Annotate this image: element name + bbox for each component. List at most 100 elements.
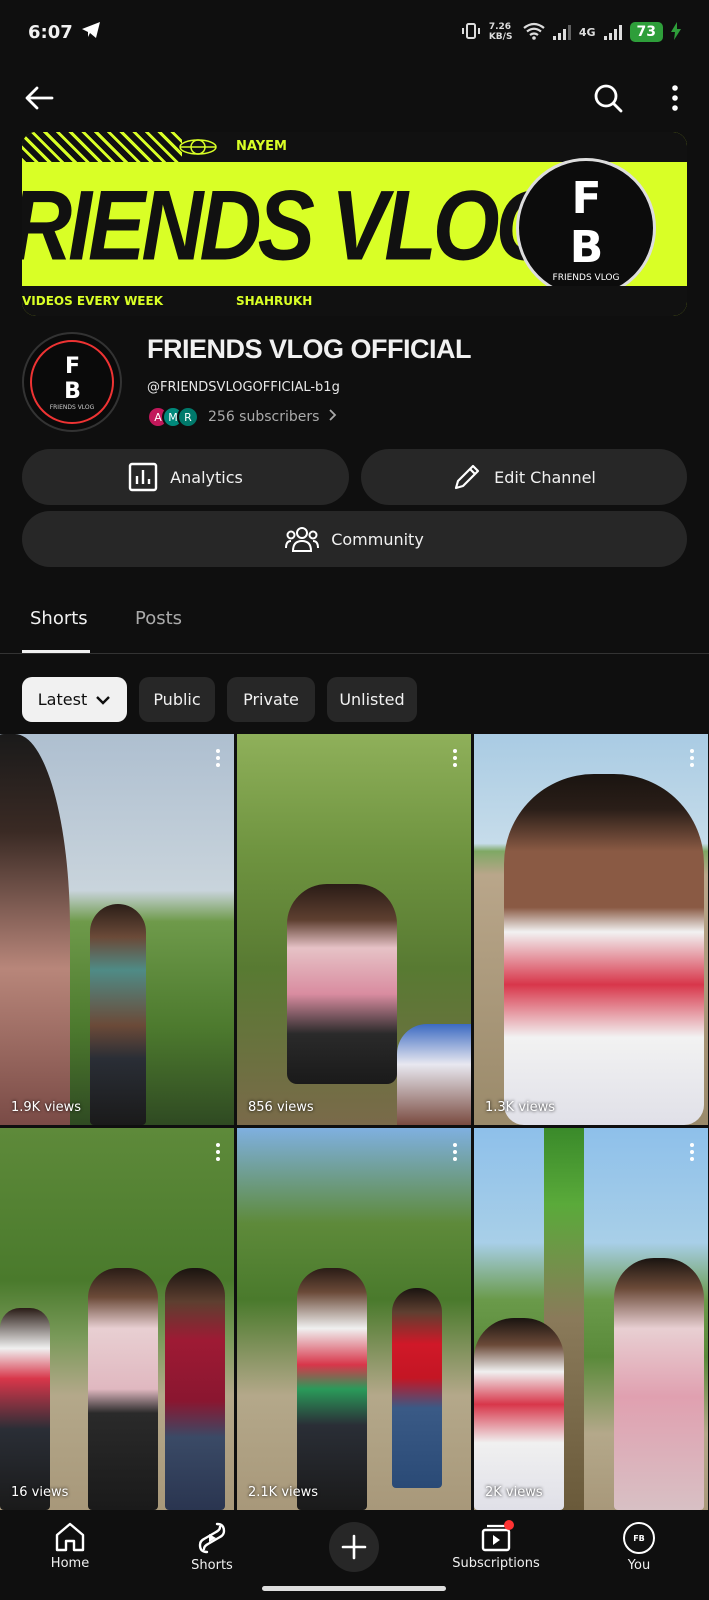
analytics-icon [128, 462, 158, 492]
thumbnail-figure [90, 904, 146, 1125]
more-vertical-icon [690, 749, 694, 767]
banner-bottom-left: VIDEOS EVERY WEEK [22, 294, 163, 308]
signal-icon-2 [603, 24, 622, 40]
channel-tabs: Shorts Posts [0, 590, 709, 654]
more-vertical-icon [672, 85, 678, 111]
thumbnail-figure [504, 774, 704, 1125]
nav-shorts[interactable]: Shorts [152, 1522, 272, 1573]
short-views: 16 views [11, 1485, 69, 1500]
banner-title: RIENDS VLOG [22, 171, 563, 282]
thumbnail-figure [0, 1308, 50, 1510]
notification-dot [504, 1520, 514, 1530]
nav-you-label: You [627, 1558, 651, 1573]
nav-home[interactable]: Home [10, 1522, 130, 1571]
status-time: 6:07 [28, 21, 73, 43]
search-button[interactable] [586, 76, 630, 120]
tab-shorts[interactable]: Shorts [30, 608, 88, 629]
nav-subscriptions-label: Subscriptions [452, 1556, 540, 1571]
banner-stripe [22, 132, 182, 162]
app-bar [0, 70, 709, 126]
thumbnail-figure [392, 1288, 442, 1488]
filter-latest-dropdown[interactable]: Latest [22, 677, 127, 722]
subscriber-count: 256 subscribers [208, 409, 320, 425]
signal-icon [552, 24, 571, 40]
analytics-button[interactable]: Analytics [22, 449, 349, 505]
home-indicator [262, 1586, 446, 1591]
edit-channel-label: Edit Channel [494, 467, 596, 487]
banner-bottom-strip: VIDEOS EVERY WEEK SHAHRUKH [22, 286, 687, 316]
subscriptions-icon [480, 1520, 514, 1552]
nav-subscriptions[interactable]: Subscriptions [436, 1520, 556, 1571]
people-icon [285, 527, 320, 552]
thumbnail-figure [474, 1318, 564, 1510]
more-options-button[interactable] [653, 76, 697, 120]
community-label: Community [331, 529, 424, 549]
filter-public-chip[interactable]: Public [139, 677, 215, 722]
thumbnail-figure [614, 1258, 704, 1510]
subscribers-row[interactable]: A M R 256 subscribers [147, 406, 337, 428]
short-more-button[interactable] [684, 748, 700, 768]
channel-avatar[interactable]: FB FRIENDS VLOG [22, 332, 122, 432]
thumbnail-figure [88, 1268, 158, 1510]
short-more-button[interactable] [210, 748, 226, 768]
channel-banner: NAYEM RIENDS VLOG FB FRIENDS VLOG VIDEOS… [22, 132, 687, 316]
channel-name: FRIENDS VLOG OFFICIAL [147, 334, 472, 364]
thumbnail-figure [397, 1024, 471, 1125]
tab-indicator [22, 650, 90, 653]
you-avatar-letters: FB [633, 1533, 645, 1543]
short-thumbnail[interactable]: 16 views [0, 1128, 234, 1510]
net-speed: 7.26 KB/S [488, 22, 513, 42]
short-views: 1.9K views [11, 1100, 82, 1115]
back-button[interactable] [17, 76, 61, 120]
chevron-down-icon [96, 695, 111, 705]
more-vertical-icon [453, 749, 457, 767]
more-vertical-icon [690, 1143, 694, 1161]
network-type: 4G [578, 25, 596, 39]
banner-top-name: NAYEM [236, 139, 287, 154]
short-thumbnail[interactable]: 2.1K views [237, 1128, 471, 1510]
nav-shorts-label: Shorts [191, 1558, 233, 1573]
banner-globe-icon [178, 137, 218, 161]
subscriber-avatars: A M R [147, 406, 199, 428]
chevron-right-icon [329, 409, 337, 425]
pencil-icon [455, 464, 480, 490]
short-thumbnail[interactable]: 2K views [474, 1128, 708, 1510]
short-views: 2K views [485, 1485, 543, 1500]
short-views: 1.3K views [485, 1100, 556, 1115]
create-button[interactable] [329, 1522, 379, 1572]
more-vertical-icon [453, 1143, 457, 1161]
telegram-icon [81, 21, 101, 44]
you-avatar: FB [623, 1522, 655, 1554]
battery-level: 73 [629, 22, 663, 42]
filter-private-chip[interactable]: Private [227, 677, 315, 722]
community-button[interactable]: Community [22, 511, 687, 567]
short-more-button[interactable] [684, 1142, 700, 1162]
thumbnail-figure [165, 1268, 225, 1510]
filter-latest-label: Latest [37, 690, 88, 709]
wifi-icon [523, 22, 545, 43]
vibrate-icon [461, 22, 481, 43]
home-icon [55, 1522, 85, 1552]
banner-logo-letters: FB [561, 173, 612, 271]
more-vertical-icon [216, 749, 220, 767]
status-bar: 6:07 7.26 KB/S 4G 73 [0, 0, 709, 64]
filter-unlisted-label: Unlisted [339, 690, 405, 709]
nav-you[interactable]: FB You [579, 1522, 699, 1573]
short-thumbnail[interactable]: 1.9K views [0, 734, 234, 1125]
filter-public-label: Public [153, 690, 201, 709]
short-thumbnail[interactable]: 1.3K views [474, 734, 708, 1125]
thumbnail-figure [287, 884, 397, 1084]
avatar-ring [30, 340, 114, 424]
thumbnail-figure [297, 1268, 367, 1510]
short-more-button[interactable] [210, 1142, 226, 1162]
banner-logo-sub: FRIENDS VLOG [552, 273, 620, 283]
filter-private-label: Private [243, 690, 299, 709]
short-views: 2.1K views [248, 1485, 319, 1500]
filter-unlisted-chip[interactable]: Unlisted [327, 677, 417, 722]
edit-channel-button[interactable]: Edit Channel [361, 449, 687, 505]
short-more-button[interactable] [447, 1142, 463, 1162]
banner-bottom-right: SHAHRUKH [236, 294, 313, 308]
short-thumbnail[interactable]: 856 views [237, 734, 471, 1125]
tab-posts[interactable]: Posts [135, 608, 182, 629]
short-more-button[interactable] [447, 748, 463, 768]
